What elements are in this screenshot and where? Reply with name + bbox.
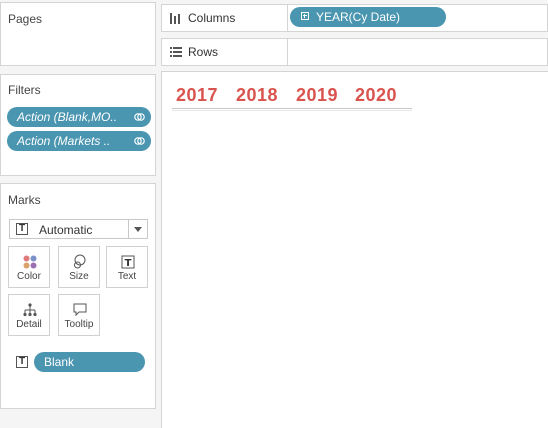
tooltip-icon [73, 303, 87, 317]
color-icon [23, 255, 37, 269]
view-canvas[interactable]: 2017 2018 2019 2020 [161, 71, 548, 428]
filters-title: Filters [8, 83, 41, 97]
text-card[interactable]: T Text [106, 246, 148, 288]
text-encoding-icon: T [16, 356, 28, 368]
rows-shelf-label: Rows [162, 39, 288, 65]
text-encoding-pill-label: Blank [44, 355, 75, 369]
size-icon [74, 254, 86, 269]
rows-icon [170, 47, 182, 57]
text-mark-icon: T [16, 223, 28, 235]
year-cy-date-pill-label: YEAR(Cy Date) [316, 10, 401, 24]
color-card[interactable]: Color [8, 246, 50, 288]
chevron-down-icon[interactable] [128, 220, 147, 238]
header-divider [172, 110, 412, 111]
link-icon [134, 137, 145, 145]
size-card-label: Size [69, 271, 89, 282]
year-cy-date-pill[interactable]: YEAR(Cy Date) [290, 7, 446, 27]
filter-pill-label: Action (Blank,MO.. [17, 110, 118, 124]
columns-label: Columns [188, 11, 236, 25]
link-icon [134, 113, 145, 121]
header-divider [172, 108, 412, 109]
detail-card-label: Detail [16, 319, 42, 330]
column-header-year[interactable]: 2020 [355, 85, 397, 106]
size-card[interactable]: Size [58, 246, 100, 288]
color-card-label: Color [17, 271, 41, 282]
columns-shelf-label: Columns [162, 5, 288, 31]
text-icon: T [121, 255, 135, 269]
columns-shelf[interactable]: Columns YEAR(Cy Date) [161, 4, 548, 32]
text-card-label: Text [117, 271, 137, 282]
filter-pill-action-markets[interactable]: Action (Markets .. [7, 131, 151, 151]
tooltip-card-label: Tooltip [64, 319, 94, 330]
column-header-year[interactable]: 2018 [236, 85, 278, 106]
tooltip-card[interactable]: Tooltip [58, 294, 100, 336]
text-encoding-pill[interactable]: Blank [34, 352, 145, 372]
detail-icon [23, 303, 37, 317]
marks-panel: Marks T Automatic Color Size T Text Deta… [0, 183, 156, 409]
svg-text:T: T [125, 258, 132, 269]
filter-pill-action-blank[interactable]: Action (Blank,MO.. [7, 107, 151, 127]
marks-title: Marks [8, 193, 41, 207]
pages-title: Pages [8, 12, 43, 26]
rows-shelf[interactable]: Rows [161, 38, 548, 66]
expand-plus-icon[interactable] [301, 12, 309, 20]
filter-pill-label: Action (Markets .. [17, 134, 111, 148]
detail-card[interactable]: Detail [8, 294, 50, 336]
column-header-year[interactable]: 2019 [296, 85, 338, 106]
columns-icon [170, 13, 180, 24]
column-header-year[interactable]: 2017 [176, 85, 218, 106]
mark-type-dropdown[interactable]: T Automatic [9, 219, 148, 239]
pages-panel: Pages [0, 2, 156, 66]
filters-panel: Filters Action (Blank,MO.. Action (Marke… [0, 74, 156, 176]
mark-type-label: Automatic [39, 223, 93, 237]
rows-label: Rows [188, 45, 219, 59]
